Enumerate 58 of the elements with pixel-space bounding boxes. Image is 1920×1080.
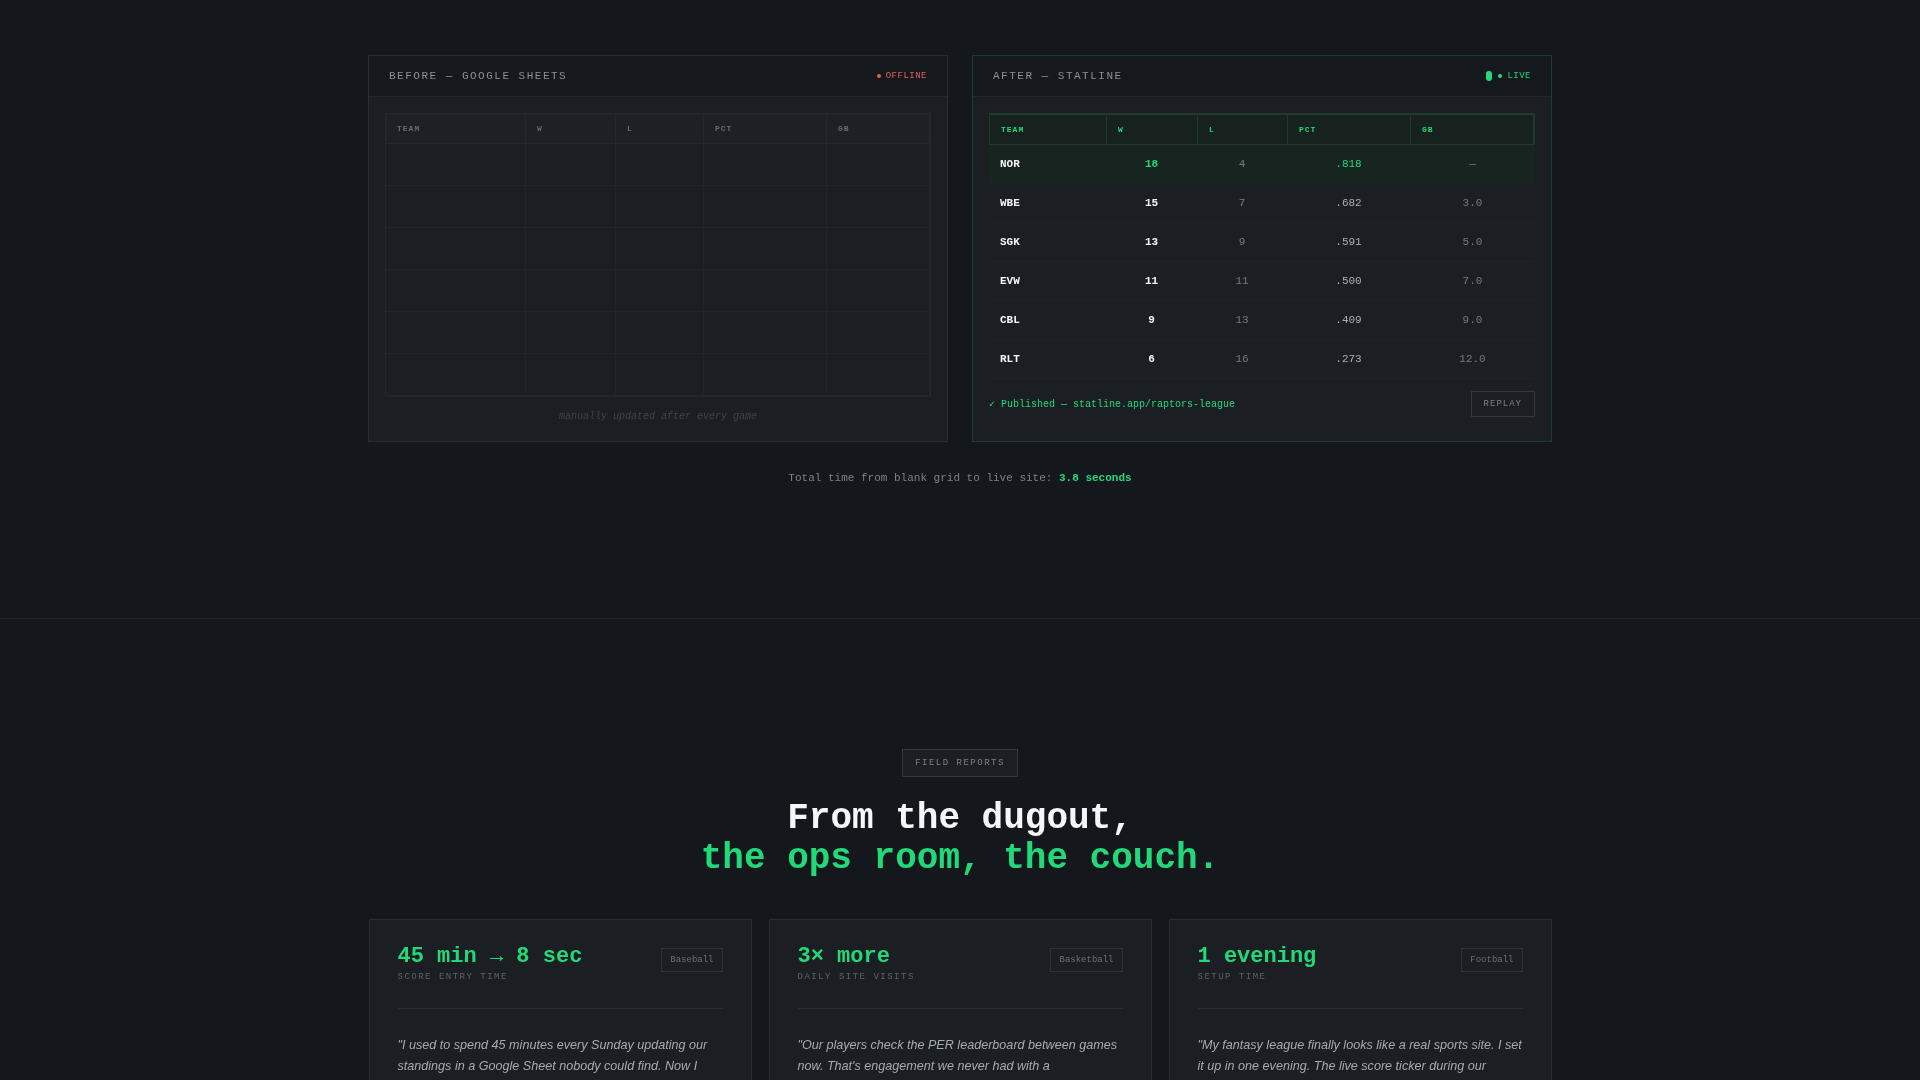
- table-cell-text: —: [1468, 158, 1477, 170]
- table-cell-text: 16: [1234, 353, 1250, 365]
- table-cell-text: 9: [1147, 314, 1156, 326]
- table-cell-text: 13: [1143, 236, 1160, 248]
- table-cell-text: 7: [1237, 197, 1247, 209]
- panel-title: AFTER — STATLINE: [993, 70, 1123, 82]
- panel-title: BEFORE — GOOGLE SHEETS: [389, 70, 568, 82]
- replay-button[interactable]: REPLAY: [1470, 391, 1535, 417]
- table-cell-text: 9.0: [1461, 314, 1484, 326]
- table-cell-text: EVW: [999, 275, 1021, 287]
- table-cell-text: WBE: [999, 197, 1021, 209]
- table-cell-text: .500: [1334, 275, 1363, 287]
- table-cell-text: .409: [1334, 314, 1363, 326]
- table-cell-text: .591: [1334, 236, 1363, 248]
- metric-label: SETUP TIME: [1197, 972, 1268, 982]
- testimonial-quote: "Our players check the PER leaderboard between games now. That's engagement we never had with a: [797, 1037, 1118, 1075]
- table-cell-text: 6: [1147, 353, 1156, 365]
- column-header: W: [1107, 115, 1198, 144]
- table-cell-text: .818: [1334, 158, 1363, 170]
- table-cell-text: 4: [1237, 158, 1247, 170]
- table-cell-text: .273: [1334, 353, 1363, 365]
- column-header: TEAM: [990, 115, 1107, 144]
- status-label: OFFLINE: [885, 71, 927, 81]
- table-cell-text: RLT: [999, 353, 1021, 365]
- published-note: ✓ Published — statline.app/raptors-league: [989, 398, 1236, 410]
- sport-tag: Basketball: [1050, 948, 1123, 972]
- testimonial-quote: "My fantasy league finally looks like a real sports site. I set it up in one evening. The live score ticker during our: [1197, 1037, 1523, 1075]
- column-header: L: [1198, 115, 1288, 144]
- column-header: PCT: [1288, 115, 1411, 144]
- sport-tag: Football: [1461, 948, 1523, 972]
- table-cell-text: 11: [1234, 275, 1250, 287]
- metric-value: 45 min → 8 sec: [397, 944, 583, 970]
- table-cell-text: 18: [1143, 158, 1160, 170]
- table-cell-text: 7.0: [1461, 275, 1484, 287]
- table-cell-text: 12.0: [1458, 353, 1487, 365]
- table-cell-text: NOR: [999, 158, 1021, 170]
- metric-value: 1 evening: [1197, 944, 1317, 970]
- section-heading: From the dugout,: [787, 799, 1133, 839]
- table-cell-text: 9: [1237, 236, 1247, 248]
- testimonial-quote: "I used to spend 45 minutes every Sunday updating our standings in a Google Sheet nobody could find. Now I: [397, 1037, 709, 1075]
- table-cell-text: .682: [1334, 197, 1363, 209]
- section-badge: FIELD REPORTS: [902, 749, 1018, 777]
- total-time-note: Total time from blank grid to live site: 3.8 seconds: [788, 472, 1132, 484]
- sport-tag: Baseball: [661, 948, 723, 972]
- table-cell-text: SGK: [999, 236, 1021, 248]
- table-cell-text: 3.0: [1461, 197, 1484, 209]
- table-cell-text: 15: [1143, 197, 1160, 209]
- section-subheading: the ops room, the couch.: [700, 839, 1220, 879]
- table-cell-text: 13: [1234, 314, 1250, 326]
- metric-label: SCORE ENTRY TIME: [397, 972, 509, 982]
- table-cell-text: 5.0: [1461, 236, 1484, 248]
- metric-label: DAILY SITE VISITS: [797, 972, 915, 982]
- table-cell-text: 11: [1143, 275, 1160, 287]
- status-label: LIVE: [1507, 71, 1531, 81]
- column-header: GB: [1411, 115, 1534, 144]
- table-cell-text: CBL: [999, 314, 1021, 326]
- pulse-icon: [1485, 71, 1494, 81]
- metric-value: 3× more: [797, 944, 891, 970]
